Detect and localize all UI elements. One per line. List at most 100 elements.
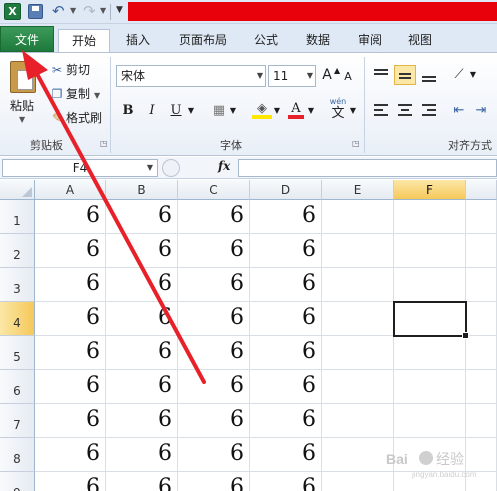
cell-b6[interactable]: 6 [106, 370, 178, 404]
cell-c1[interactable]: 6 [178, 200, 250, 234]
paste-dropdown-icon[interactable]: ▼ [19, 115, 25, 124]
row-header-8[interactable]: 8 [0, 438, 35, 472]
orientation-dropdown-icon[interactable]: ▼ [468, 65, 478, 85]
cut-button[interactable]: ✂ 剪切 [50, 61, 90, 79]
cell-b2[interactable]: 6 [106, 234, 178, 268]
cell-b5[interactable]: 6 [106, 336, 178, 370]
cell-d8[interactable]: 6 [250, 438, 322, 472]
column-header-f[interactable]: F [394, 180, 466, 200]
clipboard-launcher-icon[interactable]: ◳ [100, 139, 108, 148]
cell-overflow[interactable] [466, 268, 497, 302]
cell-e2[interactable] [322, 234, 394, 268]
phonetic-dropdown-icon[interactable]: ▼ [348, 101, 358, 121]
column-header-d[interactable]: D [250, 180, 322, 200]
cell-f5[interactable] [394, 336, 466, 370]
formula-input[interactable] [238, 159, 497, 177]
cell-f6[interactable] [394, 370, 466, 404]
tab-view[interactable]: 视图 [398, 29, 442, 52]
row-header-4[interactable]: 4 [0, 302, 35, 336]
align-middle-button[interactable] [394, 65, 416, 85]
cell-d3[interactable]: 6 [250, 268, 322, 302]
cell-d9[interactable]: 6 [250, 472, 322, 491]
copy-button[interactable]: ❐ 复制 ▼ [50, 85, 101, 103]
tab-home[interactable]: 开始 [58, 29, 110, 53]
cell-overflow[interactable] [466, 200, 497, 234]
font-size-combo[interactable]: 11 ▼ [268, 65, 316, 87]
row-header-6[interactable]: 6 [0, 370, 35, 404]
column-header-e[interactable]: E [322, 180, 394, 200]
align-bottom-button[interactable] [418, 65, 440, 85]
cell-a3[interactable]: 6 [35, 268, 106, 302]
column-header-b[interactable]: B [106, 180, 178, 200]
grow-font-button[interactable]: A [320, 65, 334, 85]
underline-dropdown-icon[interactable]: ▼ [186, 101, 196, 121]
cell-e5[interactable] [322, 336, 394, 370]
cell-e4[interactable] [322, 302, 394, 336]
font-name-dropdown-icon[interactable]: ▼ [257, 66, 263, 86]
decrease-indent-icon[interactable]: ⇤ [450, 101, 468, 121]
cell-c4[interactable]: 6 [178, 302, 250, 336]
cell-f1[interactable] [394, 200, 466, 234]
undo-icon[interactable]: ↶ [52, 2, 65, 20]
cell-a8[interactable]: 6 [35, 438, 106, 472]
insert-function-button[interactable]: fx [218, 159, 230, 173]
align-top-button[interactable] [370, 65, 392, 85]
paste-button[interactable]: 粘贴 [10, 97, 34, 114]
align-left-button[interactable] [370, 101, 392, 121]
tab-file[interactable]: 文件 [0, 26, 54, 52]
name-box[interactable]: F4 ▼ [2, 159, 158, 177]
cell-e7[interactable] [322, 404, 394, 438]
cell-overflow[interactable] [466, 234, 497, 268]
cell-d2[interactable]: 6 [250, 234, 322, 268]
row-header-5[interactable]: 5 [0, 336, 35, 370]
cell-overflow[interactable] [466, 370, 497, 404]
cell-overflow[interactable] [466, 404, 497, 438]
cell-c2[interactable]: 6 [178, 234, 250, 268]
tab-review[interactable]: 审阅 [348, 29, 392, 52]
font-color-dropdown-icon[interactable]: ▼ [306, 101, 316, 121]
cell-d6[interactable]: 6 [250, 370, 322, 404]
customize-toolbar-icon[interactable]: ▼ [116, 5, 123, 15]
cell-overflow[interactable] [466, 336, 497, 370]
save-icon[interactable] [28, 4, 43, 19]
formula-bar-expand-handle[interactable] [162, 159, 180, 177]
name-box-dropdown-icon[interactable]: ▼ [147, 160, 153, 176]
cell-a7[interactable]: 6 [35, 404, 106, 438]
cell-f7[interactable] [394, 404, 466, 438]
cell-a6[interactable]: 6 [35, 370, 106, 404]
align-center-button[interactable] [394, 101, 416, 121]
cell-overflow[interactable] [466, 302, 497, 336]
cell-c9[interactable]: 6 [178, 472, 250, 491]
cell-d1[interactable]: 6 [250, 200, 322, 234]
borders-dropdown-icon[interactable]: ▼ [228, 101, 238, 121]
row-header-2[interactable]: 2 [0, 234, 35, 268]
cell-c7[interactable]: 6 [178, 404, 250, 438]
italic-button[interactable]: I [144, 101, 160, 121]
cell-b7[interactable]: 6 [106, 404, 178, 438]
cell-c6[interactable]: 6 [178, 370, 250, 404]
active-cell-selection[interactable] [393, 301, 469, 339]
undo-dropdown-icon[interactable]: ▼ [70, 6, 76, 15]
tab-formulas[interactable]: 公式 [244, 29, 288, 52]
cell-c5[interactable]: 6 [178, 336, 250, 370]
paste-icon[interactable] [10, 61, 36, 93]
cell-e3[interactable] [322, 268, 394, 302]
cell-e1[interactable] [322, 200, 394, 234]
cell-f2[interactable] [394, 234, 466, 268]
column-header-a[interactable]: A [35, 180, 106, 200]
cell-d5[interactable]: 6 [250, 336, 322, 370]
redo-dropdown-icon[interactable]: ▼ [100, 6, 106, 15]
increase-indent-icon[interactable]: ⇥ [472, 101, 490, 121]
cell-b3[interactable]: 6 [106, 268, 178, 302]
row-header-1[interactable]: 1 [0, 200, 35, 234]
cell-a2[interactable]: 6 [35, 234, 106, 268]
fill-color-icon[interactable]: ◈ [252, 99, 272, 119]
cell-a5[interactable]: 6 [35, 336, 106, 370]
bold-button[interactable]: B [120, 101, 136, 121]
orientation-icon[interactable]: ⟋ [450, 65, 468, 85]
cell-b9[interactable]: 6 [106, 472, 178, 491]
cell-b4[interactable]: 6 [106, 302, 178, 336]
row-header-9[interactable]: 9 [0, 472, 35, 491]
column-header-c[interactable]: C [178, 180, 250, 200]
borders-icon[interactable]: ▦ [210, 101, 228, 121]
